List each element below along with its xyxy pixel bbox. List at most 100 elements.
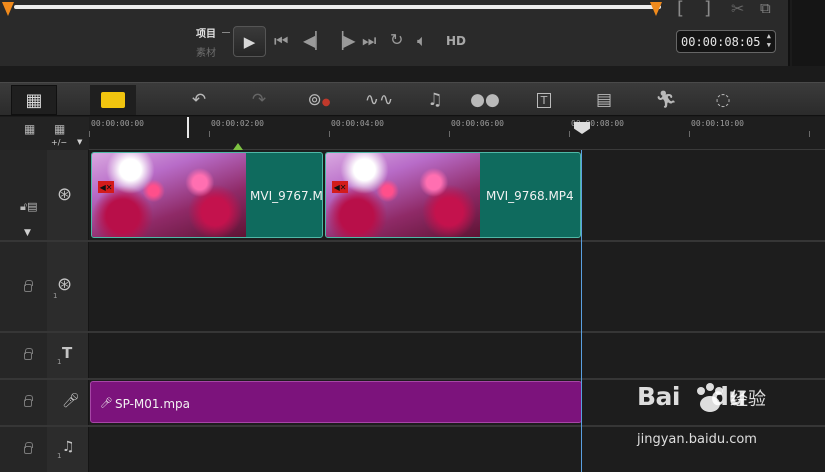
path-button[interactable]: ◌ — [700, 85, 746, 115]
add-remove-chapter[interactable]: +/− — [51, 138, 67, 147]
speed-button[interactable]: 🏃︎ — [643, 85, 689, 115]
clip-name: MVI_9768.MP4 — [486, 189, 574, 203]
redo-button[interactable]: ↷ — [236, 85, 282, 115]
ruler-tick — [209, 131, 210, 137]
sound-mixer-icon: ∿∿ — [364, 90, 394, 110]
overlay-track-icon: ⊛ — [57, 274, 73, 295]
ruler-tick — [689, 131, 690, 137]
subtitle-icon: T — [536, 92, 552, 108]
panel-edge — [792, 0, 825, 66]
video-track-manager-icon[interactable]: ▦ — [24, 122, 35, 136]
video-clip[interactable]: ◀✕ MVI_9767.M — [91, 152, 323, 238]
music-track-icon: ♫ — [62, 439, 75, 455]
prev-frame-icon[interactable]: ◀▏ — [303, 33, 328, 49]
timeline-view-button[interactable] — [90, 85, 136, 115]
track-divider — [0, 331, 825, 333]
lock-icon[interactable] — [24, 442, 33, 454]
timecode-value: 00:00:08:05 — [681, 34, 761, 49]
title-track-icon: T — [62, 344, 73, 362]
sound-mixer-button[interactable]: ∿∿ — [356, 85, 402, 115]
storyboard-view-button[interactable]: ▦ — [11, 85, 57, 115]
multi-trim-button[interactable]: ▤ — [581, 85, 627, 115]
play-button[interactable]: ▶ — [233, 26, 266, 57]
video-track-icon: ⊛ — [57, 184, 73, 205]
track-header-column — [0, 150, 47, 472]
ruler-tick — [809, 131, 810, 137]
voice-track-icon: 🎤︎ — [62, 393, 80, 409]
go-end-icon[interactable]: ⏭ — [362, 33, 376, 49]
ruler-label: 00:00:00:00 — [91, 119, 144, 128]
clip-thumbnail — [326, 153, 480, 237]
mute-icon[interactable]: ◀✕ — [98, 181, 114, 193]
baidu-watermark: Bai du 经验 jingyan.baidu.com — [637, 382, 787, 454]
record-capture-button[interactable]: ⊚● — [296, 85, 342, 115]
audio-clip[interactable]: 🎤︎ SP-M01.mpa — [90, 381, 582, 423]
timeline-cursor-line — [581, 150, 582, 472]
ruler-tick — [569, 131, 570, 137]
track-divider — [0, 378, 825, 380]
track-expand-icon[interactable]: ▼ — [24, 228, 31, 238]
mark-in-icon[interactable]: [ — [677, 0, 684, 18]
multi-trim-icon: ▤ — [595, 90, 613, 110]
running-figure-icon: 🏃︎ — [655, 90, 677, 110]
scissors-icon[interactable]: ✂ — [731, 1, 744, 17]
video-clip[interactable]: ◀✕ MVI_9768.MP4 — [325, 152, 581, 238]
ruler-header: ▦ ▦ +/− ▼ — [0, 117, 89, 150]
voice-icon: 🎤︎ — [100, 398, 113, 409]
auto-music-button[interactable]: ♫ — [412, 85, 458, 115]
watermark-brand-part1: Bai — [637, 382, 681, 411]
timeline-toolbar: ▦ ↶ ↷ ⊚● ∿∿ ♫ ●● T ▤ 🏃︎ ◌ — [0, 82, 825, 116]
paw-logo-icon — [697, 383, 723, 412]
clip-name: MVI_9767.M — [250, 189, 323, 203]
record-capture-icon: ⊚● — [307, 90, 331, 110]
repeat-icon[interactable]: ↻ — [390, 32, 403, 48]
chapter-marker[interactable] — [233, 143, 243, 150]
watermark-cn: 经验 — [730, 389, 766, 410]
undo-icon: ↶ — [191, 90, 207, 110]
hd-toggle[interactable]: HD — [446, 35, 466, 47]
ruler-label: 00:00:06:00 — [451, 119, 504, 128]
chevron-down-icon[interactable]: ▼ — [77, 138, 82, 146]
ruler-tick — [449, 131, 450, 137]
playhead-line[interactable] — [187, 117, 189, 138]
play-icon: ▶ — [243, 32, 256, 51]
clip-thumbnail — [92, 153, 246, 237]
player-panel: 项目 素材 ▶ ⏮ ◀▏ ▕▶ ⏭ ↻ 🔈︎ HD [ ] ✂ ⧉ 00:00:… — [0, 0, 790, 66]
motion-tracking-icon: ●● — [470, 90, 500, 110]
trim-start-handle[interactable] — [2, 2, 14, 16]
overlay-track-manager-icon[interactable]: ▦ — [54, 122, 65, 136]
trim-end-handle[interactable] — [650, 2, 662, 16]
mode-divider — [222, 32, 230, 33]
lock-all-icon[interactable]: 🔓︎▤ — [20, 200, 38, 214]
music-track-index: 1 — [57, 452, 62, 460]
scrub-bar[interactable] — [14, 5, 661, 9]
auto-music-icon: ♫ — [427, 90, 443, 110]
timeline-icon — [101, 92, 125, 108]
mute-icon[interactable]: ◀✕ — [332, 181, 348, 193]
time-ruler[interactable]: 00:00:00:00 00:00:02:00 00:00:04:00 00:0… — [89, 117, 825, 150]
path-icon: ◌ — [715, 90, 731, 110]
timecode-spinner[interactable]: ▲ ▼ — [767, 32, 771, 50]
ruler-label: 00:00:10:00 — [691, 119, 744, 128]
lock-icon[interactable] — [24, 348, 33, 360]
copy-icon[interactable]: ⧉ — [760, 1, 771, 16]
motion-tracking-button[interactable]: ●● — [462, 85, 508, 115]
volume-icon[interactable]: 🔈︎ — [417, 33, 427, 49]
next-frame-icon[interactable]: ▕▶ — [331, 33, 356, 49]
project-mode-label[interactable]: 项目 — [196, 25, 216, 40]
track-divider — [0, 240, 825, 242]
lock-icon[interactable] — [24, 280, 33, 292]
clip-mode-label[interactable]: 素材 — [196, 44, 216, 59]
timecode-field[interactable]: 00:00:08:05 ▲ ▼ — [676, 30, 776, 53]
ruler-label: 00:00:02:00 — [211, 119, 264, 128]
go-start-icon[interactable]: ⏮ — [274, 33, 288, 49]
watermark-url: jingyan.baidu.com — [637, 432, 757, 447]
video-editor: 项目 素材 ▶ ⏮ ◀▏ ▕▶ ⏭ ↻ 🔈︎ HD [ ] ✂ ⧉ 00:00:… — [0, 0, 825, 472]
title-track-index: 1 — [57, 358, 62, 366]
subtitle-editor-button[interactable]: T — [521, 85, 567, 115]
mark-out-icon[interactable]: ] — [704, 0, 711, 18]
ruler-tick — [89, 131, 90, 137]
undo-button[interactable]: ↶ — [176, 85, 222, 115]
clip-name: SP-M01.mpa — [115, 397, 191, 411]
lock-icon[interactable] — [24, 395, 33, 407]
